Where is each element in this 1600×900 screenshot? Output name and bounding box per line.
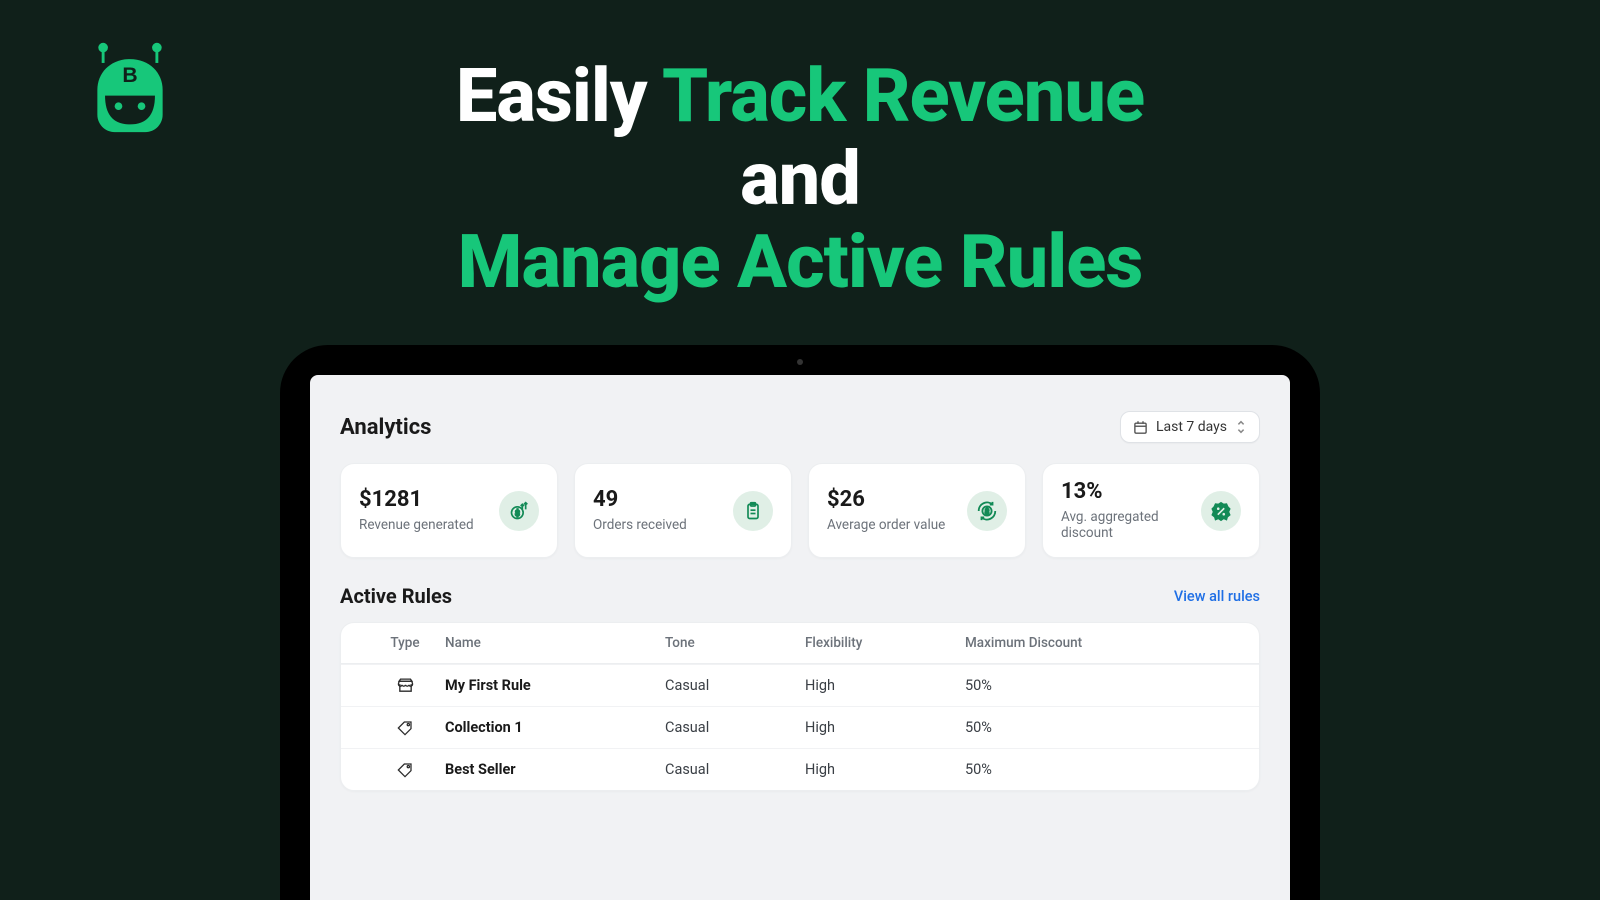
metric-label: Average order value	[827, 517, 945, 533]
metric-card-avg-order: $26 Average order value $	[808, 463, 1026, 558]
rule-flex: High	[805, 677, 965, 694]
heading-text-2: Track Revenue	[662, 53, 1144, 140]
chevron-up-down-icon	[1235, 420, 1247, 434]
rule-tone: Casual	[665, 719, 805, 736]
rule-name: Best Seller	[445, 761, 665, 778]
col-max: Maximum Discount	[965, 635, 1235, 651]
metric-card-revenue: $1281 Revenue generated $	[340, 463, 558, 558]
metric-card-discount: 13% Avg. aggregated discount	[1042, 463, 1260, 558]
rule-name: Collection 1	[445, 719, 665, 736]
metric-row: $1281 Revenue generated $ 49 Orders rece…	[340, 463, 1260, 558]
metric-label: Avg. aggregated discount	[1061, 509, 1201, 541]
metric-label: Orders received	[593, 517, 687, 533]
col-tone: Tone	[665, 635, 805, 651]
svg-text:$: $	[515, 508, 520, 519]
revenue-icon: $	[499, 491, 539, 531]
table-row[interactable]: My First Rule Casual High 50%	[341, 664, 1259, 706]
laptop-frame: Analytics Last 7 days $1281 Revenue gene…	[280, 345, 1320, 900]
marketing-heading: Easily Track Revenue and Manage Active R…	[200, 56, 1400, 305]
calendar-icon	[1133, 420, 1148, 435]
metric-label: Revenue generated	[359, 517, 474, 533]
clipboard-icon	[733, 491, 773, 531]
percent-badge-icon	[1201, 491, 1241, 531]
rule-max: 50%	[965, 719, 1235, 736]
col-type: Type	[365, 635, 445, 651]
metric-value: $26	[827, 488, 945, 512]
metric-value: 13%	[1061, 480, 1201, 504]
rule-max: 50%	[965, 761, 1235, 778]
col-flex: Flexibility	[805, 635, 965, 651]
active-rules-title: Active Rules	[340, 584, 452, 608]
date-range-label: Last 7 days	[1156, 419, 1227, 435]
svg-text:$: $	[985, 507, 989, 516]
rule-tone: Casual	[665, 761, 805, 778]
refresh-dollar-icon: $	[967, 491, 1007, 531]
table-header-row: Type Name Tone Flexibility Maximum Disco…	[341, 623, 1259, 664]
rule-tone: Casual	[665, 677, 805, 694]
rule-name: My First Rule	[445, 677, 665, 694]
camera-dot	[797, 359, 803, 365]
view-all-rules-link[interactable]: View all rules	[1174, 588, 1260, 605]
app-screen: Analytics Last 7 days $1281 Revenue gene…	[310, 375, 1290, 900]
analytics-title: Analytics	[340, 415, 431, 440]
svg-text:B: B	[122, 64, 137, 87]
metric-value: 49	[593, 488, 687, 512]
col-name: Name	[445, 635, 665, 651]
metric-card-orders: 49 Orders received	[574, 463, 792, 558]
rules-table: Type Name Tone Flexibility Maximum Disco…	[340, 622, 1260, 791]
rule-max: 50%	[965, 677, 1235, 694]
rule-flex: High	[805, 719, 965, 736]
heading-text-4: Manage Active Rules	[458, 219, 1143, 306]
metric-value: $1281	[359, 488, 474, 512]
tag-icon	[365, 720, 445, 736]
store-icon	[365, 677, 445, 694]
heading-text-1: Easily	[456, 53, 662, 140]
heading-text-3: and	[740, 136, 860, 223]
table-row[interactable]: Best Seller Casual High 50%	[341, 748, 1259, 790]
tag-icon	[365, 762, 445, 778]
brand-logo: B	[82, 38, 178, 134]
date-range-picker[interactable]: Last 7 days	[1120, 411, 1260, 443]
table-row[interactable]: Collection 1 Casual High 50%	[341, 706, 1259, 748]
rule-flex: High	[805, 761, 965, 778]
